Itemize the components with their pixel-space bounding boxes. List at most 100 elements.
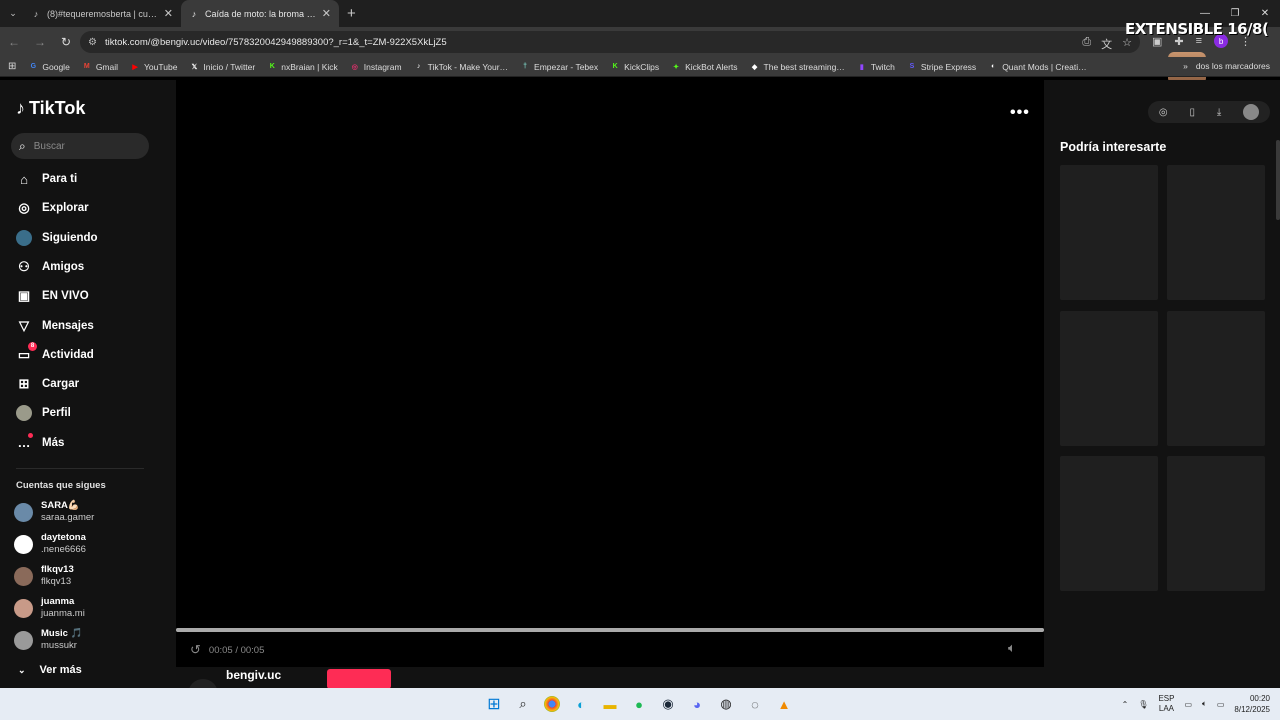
url-field[interactable]: ⚙ tiktok.com/@bengiv.uc/video/7578320042…: [80, 31, 1140, 53]
author-name[interactable]: bengiv.uc: [226, 668, 281, 682]
followed-account[interactable]: flkqv13 flkqv13: [14, 564, 74, 588]
nav-item-mensajes[interactable]: ▽ Mensajes: [16, 318, 94, 334]
bookmark-item[interactable]: ◆ The best streaming…: [750, 62, 845, 72]
steam-icon[interactable]: ◉: [658, 694, 678, 714]
bookmark-item[interactable]: ◎ Instagram: [350, 62, 402, 72]
bookmark-item[interactable]: 𝕏 Inicio / Twitter: [189, 62, 256, 72]
recommended-video[interactable]: [1060, 311, 1158, 446]
edge-icon[interactable]: ◐: [571, 694, 591, 714]
bookmark-item[interactable]: ▶ YouTube: [130, 62, 177, 72]
translate-icon[interactable]: 文: [1101, 36, 1112, 52]
file-explorer-icon[interactable]: ▬: [600, 694, 620, 714]
app-icon[interactable]: ◌: [745, 694, 765, 714]
reload-button[interactable]: ↻: [54, 30, 78, 54]
all-bookmarks-folder[interactable]: dos los marcadores: [1196, 61, 1270, 71]
tray-chevron-icon[interactable]: ⌃: [1122, 700, 1129, 709]
bookmark-item[interactable]: ♪ TikTok - Make Your…: [414, 62, 508, 72]
followed-account[interactable]: SARA💪🏻 saraa.gamer: [14, 500, 94, 524]
account-text: SARA💪🏻 saraa.gamer: [41, 500, 94, 524]
home-icon: ⌂: [20, 171, 28, 187]
download-icon[interactable]: ⤓: [1217, 107, 1221, 118]
nav-item-actividad[interactable]: ▭ 8 Actividad: [16, 341, 94, 363]
nav-label: Para ti: [42, 173, 78, 185]
browser-tab-2[interactable]: ♪ Caída de moto: la broma que n… ✕: [181, 0, 339, 27]
nav-item-amigos[interactable]: ⚇ Amigos: [16, 259, 84, 275]
close-tab-icon[interactable]: ✕: [164, 7, 173, 20]
recommended-video[interactable]: [1167, 165, 1265, 300]
video-player[interactable]: ••• ↺ 00:05 / 00:05 🔈︎ bengiv.uc: [176, 80, 1044, 709]
my-avatar[interactable]: [1243, 104, 1260, 120]
follow-button[interactable]: [327, 669, 391, 689]
bookmark-item[interactable]: S Stripe Express: [907, 62, 977, 72]
bookmark-item[interactable]: K KickClips: [610, 62, 659, 72]
chrome-icon[interactable]: [544, 696, 560, 712]
search-input[interactable]: ⌕ Buscar: [11, 133, 149, 159]
volume-icon[interactable]: 🔈︎: [1008, 640, 1016, 656]
bookmark-item[interactable]: M Gmail: [82, 62, 118, 72]
nav-item-cargar[interactable]: ⊞ Cargar: [16, 376, 80, 392]
friends-icon: ⚇: [18, 258, 30, 274]
tab-search-button[interactable]: ⌄: [3, 4, 23, 24]
site-info-icon[interactable]: ⚙: [88, 37, 97, 48]
chevron-right-icon[interactable]: »: [1183, 61, 1188, 71]
nav-item-perfil[interactable]: Perfil: [16, 405, 71, 422]
followed-account[interactable]: juanma juanma.mi: [14, 596, 85, 620]
instagram-icon: ◎: [351, 63, 358, 71]
spotify-icon[interactable]: ●: [629, 694, 649, 714]
page-scrollbar[interactable]: [1276, 80, 1280, 688]
profile-avatar-icon: [16, 405, 32, 422]
recommended-video[interactable]: [1060, 165, 1158, 300]
vlc-icon[interactable]: ▲: [774, 694, 794, 714]
more-options-icon[interactable]: •••: [1010, 104, 1030, 122]
notification-badge: 8: [28, 341, 37, 351]
install-app-icon[interactable]: ⎙: [1082, 36, 1091, 52]
nav-item-siguiendo[interactable]: Siguiendo: [16, 229, 98, 246]
apps-grid-icon[interactable]: ⊞: [8, 61, 16, 72]
bookmark-star-icon[interactable]: ☆: [1122, 36, 1132, 52]
phone-icon[interactable]: ▯: [1189, 107, 1195, 118]
recommended-video[interactable]: [1167, 456, 1265, 591]
tiktok-logo[interactable]: ♪ TikTok: [16, 98, 85, 119]
nav-item-más[interactable]: … Más: [16, 432, 64, 451]
volume-icon[interactable]: 🔈︎: [1202, 699, 1207, 709]
windows-start-icon[interactable]: ⊞: [484, 694, 504, 714]
replay-icon[interactable]: ↺: [190, 642, 201, 658]
clock[interactable]: 00:20 8/12/2025: [1234, 693, 1270, 715]
bookmark-item[interactable]: ▮ Twitch: [857, 62, 895, 72]
microphone-icon[interactable]: 🎙︎: [1138, 700, 1148, 709]
recommended-video[interactable]: [1060, 456, 1158, 591]
bookmark-item[interactable]: ✦ KickBot Alerts: [671, 62, 737, 72]
more-icon: …: [16, 432, 33, 451]
network-icon[interactable]: ▭: [1184, 700, 1192, 709]
obs-icon[interactable]: ◍: [716, 694, 736, 714]
new-tab-button[interactable]: +: [347, 5, 356, 22]
activity-icon: ▭ 8: [16, 341, 37, 363]
browser-tab-1[interactable]: ♪ (8)#tequeremosberta | cuando… ✕: [23, 0, 181, 27]
search-icon: ⌕: [19, 138, 26, 153]
sidebar: ♪ TikTok ⌕ Buscar ⌂ Para ti ◎ Explorar Sigui…: [0, 80, 160, 688]
close-tab-icon[interactable]: ✕: [322, 7, 331, 20]
battery-icon[interactable]: ▭: [1217, 700, 1225, 709]
recommended-video[interactable]: [1167, 311, 1265, 446]
bookmark-item[interactable]: KnxBraian | Kick: [267, 62, 338, 72]
followed-account[interactable]: daytetona .nene6666: [14, 532, 86, 556]
bookmark-label: Instagram: [363, 61, 402, 72]
ver-mas-button[interactable]: ⌄ Ver más: [18, 664, 82, 676]
nav-item-explorar[interactable]: ◎ Explorar: [16, 200, 88, 216]
coins-icon[interactable]: ◎: [1159, 107, 1168, 118]
forward-button[interactable]: →: [28, 30, 52, 54]
bookmark-item[interactable]: ◐ Quant Mods | Creati…: [988, 62, 1087, 72]
video-progress-bar[interactable]: [176, 628, 1044, 632]
discord-icon[interactable]: ◕: [687, 694, 707, 714]
nav-item-en-vivo[interactable]: ▣ EN VIVO: [16, 288, 89, 304]
followed-account[interactable]: Music 🎵 mussukr: [14, 628, 82, 652]
scrollbar-thumb[interactable]: [1276, 140, 1280, 220]
upload-icon: ⊞: [18, 376, 30, 392]
bookmark-item[interactable]: † Empezar - Tebex: [520, 62, 598, 72]
search-icon[interactable]: ⌕: [513, 694, 533, 714]
nav-item-para-ti[interactable]: ⌂ Para ti: [16, 171, 77, 187]
bookmark-item[interactable]: G Google: [28, 62, 70, 72]
quant-icon: ◐: [991, 63, 996, 70]
back-button[interactable]: ←: [2, 30, 26, 54]
language-indicator[interactable]: ESP LAA: [1158, 694, 1174, 714]
